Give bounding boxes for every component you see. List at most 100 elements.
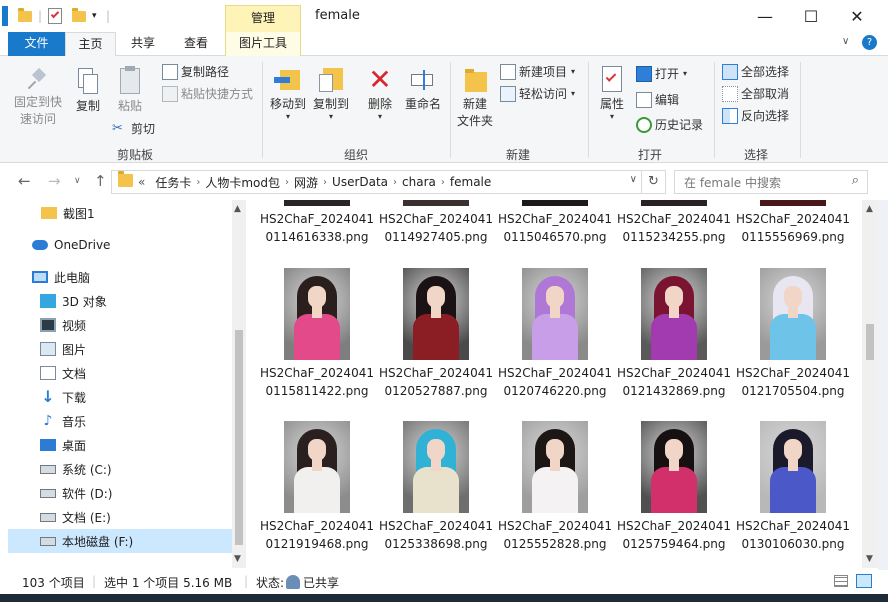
file-item[interactable]: HS2ChaF_20240410121705504.png — [734, 268, 852, 400]
nav-item-screenshots[interactable]: 截图1 — [8, 201, 232, 225]
scroll-down-icon[interactable]: ▼ — [866, 554, 873, 564]
search-input[interactable]: 在 female 中搜索 ⌕ — [674, 170, 868, 194]
file-item[interactable]: HS2ChaF_20240410120527887.png — [377, 268, 495, 400]
tab-view[interactable]: 查看 — [172, 32, 220, 56]
breadcrumb-item[interactable]: 人物卡mod包 — [205, 174, 280, 191]
nav-item-pictures[interactable]: 图片 — [8, 337, 232, 361]
file-item[interactable]: HS2ChaF_20240410115234255.png — [615, 200, 733, 246]
refresh-icon[interactable]: ↻ — [641, 171, 665, 193]
tab-picture-tools[interactable]: 图片工具 — [225, 32, 301, 56]
scrollbar-thumb[interactable] — [866, 324, 874, 360]
copy-button[interactable]: 复制 — [70, 68, 106, 115]
file-name: HS2ChaF_20240410121432869.png — [617, 366, 731, 398]
file-item[interactable]: HS2ChaF_20240410115046570.png — [496, 200, 614, 246]
file-item[interactable]: HS2ChaF_20240410114927405.png — [377, 200, 495, 246]
breadcrumb-item[interactable]: 任务卡 — [155, 174, 191, 191]
scroll-up-icon[interactable]: ▲ — [866, 204, 873, 214]
copy-to-button[interactable]: 复制到 ▾ — [310, 66, 352, 121]
nav-pane-scrollbar[interactable]: ▲ ▼ — [232, 200, 246, 568]
move-to-button[interactable]: 移动到 ▾ — [268, 66, 308, 121]
breadcrumb-overflow[interactable]: « — [138, 175, 145, 189]
properties-icon[interactable] — [48, 6, 62, 26]
file-item[interactable]: HS2ChaF_20240410125338698.png — [377, 421, 495, 553]
select-none-button[interactable]: 全部取消 — [722, 84, 789, 104]
properties-button[interactable]: 属性 ▾ — [594, 66, 630, 121]
cut-button[interactable]: ✂ 剪切 — [112, 119, 155, 139]
nav-item-onedrive[interactable]: OneDrive — [8, 233, 232, 257]
paste-button[interactable]: 粘贴 — [112, 66, 148, 115]
up-arrow-icon[interactable]: ↑ — [94, 172, 107, 190]
copy-path-button[interactable]: 复制路径 — [162, 62, 229, 82]
file-item[interactable]: HS2ChaF_20240410120746220.png — [496, 268, 614, 400]
breadcrumb-chevron-icon[interactable]: › — [323, 177, 327, 188]
nav-item-videos[interactable]: 视频 — [8, 313, 232, 337]
large-icons-view-icon[interactable] — [856, 574, 872, 588]
nav-item-drive-f[interactable]: 本地磁盘 (F:) — [8, 529, 232, 553]
open-button[interactable]: 打开 ▾ — [636, 64, 687, 84]
invert-selection-icon — [722, 108, 738, 124]
invert-selection-button[interactable]: 反向选择 — [722, 106, 789, 126]
file-item[interactable]: HS2ChaF_20240410121432869.png — [615, 268, 733, 400]
file-list-scrollbar[interactable]: ▲ ▼ — [862, 200, 878, 568]
recent-locations-chevron-icon[interactable]: ∨ — [74, 176, 81, 186]
delete-button[interactable]: ✕ 删除 ▾ — [362, 66, 398, 121]
nav-item-drive-e[interactable]: 文档 (E:) — [8, 505, 232, 529]
file-item[interactable]: HS2ChaF_20240410115811422.png — [258, 268, 376, 400]
new-item-button[interactable]: 新建项目 ▾ — [500, 62, 575, 82]
maximize-button[interactable]: ☐ — [788, 0, 834, 32]
nav-item-desktop[interactable]: 桌面 — [8, 433, 232, 457]
search-icon[interactable]: ⌕ — [852, 173, 859, 188]
pin-quick-access-button[interactable]: 固定到快速访问 — [12, 67, 64, 128]
details-view-icon[interactable] — [834, 575, 848, 587]
scroll-down-icon[interactable]: ▼ — [234, 554, 241, 564]
help-icon[interactable]: ? — [862, 35, 877, 50]
tab-home[interactable]: 主页 — [65, 32, 116, 57]
file-item[interactable]: HS2ChaF_20240410125759464.png — [615, 421, 733, 553]
file-item[interactable]: HS2ChaF_20240410115556969.png — [734, 200, 852, 246]
easy-access-button[interactable]: 轻松访问 ▾ — [500, 84, 575, 104]
nav-item-drive-c[interactable]: 系统 (C:) — [8, 457, 232, 481]
edit-button[interactable]: 编辑 — [636, 90, 679, 110]
back-arrow-icon[interactable]: ← — [18, 172, 31, 190]
nav-item-3d-objects[interactable]: 3D 对象 — [8, 289, 232, 313]
file-item[interactable]: HS2ChaF_20240410130106030.png — [734, 421, 852, 553]
file-name: HS2ChaF_20240410115234255.png — [617, 212, 731, 244]
thumbnail-image — [760, 200, 826, 206]
select-all-button[interactable]: 全部选择 — [722, 62, 789, 82]
tab-share[interactable]: 共享 — [120, 32, 166, 56]
close-button[interactable]: ✕ — [834, 0, 880, 32]
ribbon-collapse-icon[interactable]: ∨ — [842, 36, 849, 47]
folder-icon[interactable] — [18, 6, 32, 26]
file-item[interactable]: HS2ChaF_20240410121919468.png — [258, 421, 376, 553]
breadcrumb-chevron-icon[interactable]: › — [393, 177, 397, 188]
breadcrumb-item[interactable]: UserData — [332, 175, 388, 189]
manage-tab[interactable]: 管理 — [225, 5, 301, 32]
breadcrumb-chevron-icon[interactable]: › — [285, 177, 289, 188]
nav-item-music[interactable]: ♪ 音乐 — [8, 409, 232, 433]
address-dropdown-icon[interactable]: ∨ — [630, 174, 637, 185]
rename-button[interactable]: 重命名 — [402, 66, 444, 113]
paste-shortcut-button[interactable]: 粘贴快捷方式 — [162, 84, 253, 104]
new-folder-button[interactable]: 新建 文件夹 — [454, 66, 496, 130]
tab-file[interactable]: 文件 — [8, 32, 65, 56]
nav-item-this-pc[interactable]: 此电脑 — [8, 265, 232, 289]
address-bar[interactable]: « 任务卡 › 人物卡mod包 › 网游 › UserData › chara › fem… — [111, 170, 666, 194]
file-item[interactable]: HS2ChaF_20240410114616338.png — [258, 200, 376, 246]
breadcrumb-item[interactable]: 网游 — [294, 174, 318, 191]
breadcrumb-chevron-icon[interactable]: › — [196, 177, 200, 188]
breadcrumb-item[interactable]: female — [450, 175, 491, 189]
scrollbar-thumb[interactable] — [235, 330, 243, 545]
minimize-button[interactable]: — — [742, 0, 788, 32]
breadcrumb-chevron-icon[interactable]: › — [441, 177, 445, 188]
nav-item-downloads[interactable]: ↓ 下载 — [8, 385, 232, 409]
breadcrumb-item[interactable]: chara — [402, 175, 436, 189]
nav-item-documents[interactable]: 文档 — [8, 361, 232, 385]
folder-icon — [118, 171, 133, 190]
customize-quick-access-icon[interactable]: ▾ — [92, 6, 97, 26]
scroll-up-icon[interactable]: ▲ — [234, 204, 241, 214]
file-item[interactable]: HS2ChaF_20240410125552828.png — [496, 421, 614, 553]
history-button[interactable]: 历史记录 — [636, 115, 703, 135]
new-folder-icon[interactable] — [72, 6, 86, 26]
forward-arrow-icon[interactable]: → — [48, 172, 61, 190]
nav-item-drive-d[interactable]: 软件 (D:) — [8, 481, 232, 505]
